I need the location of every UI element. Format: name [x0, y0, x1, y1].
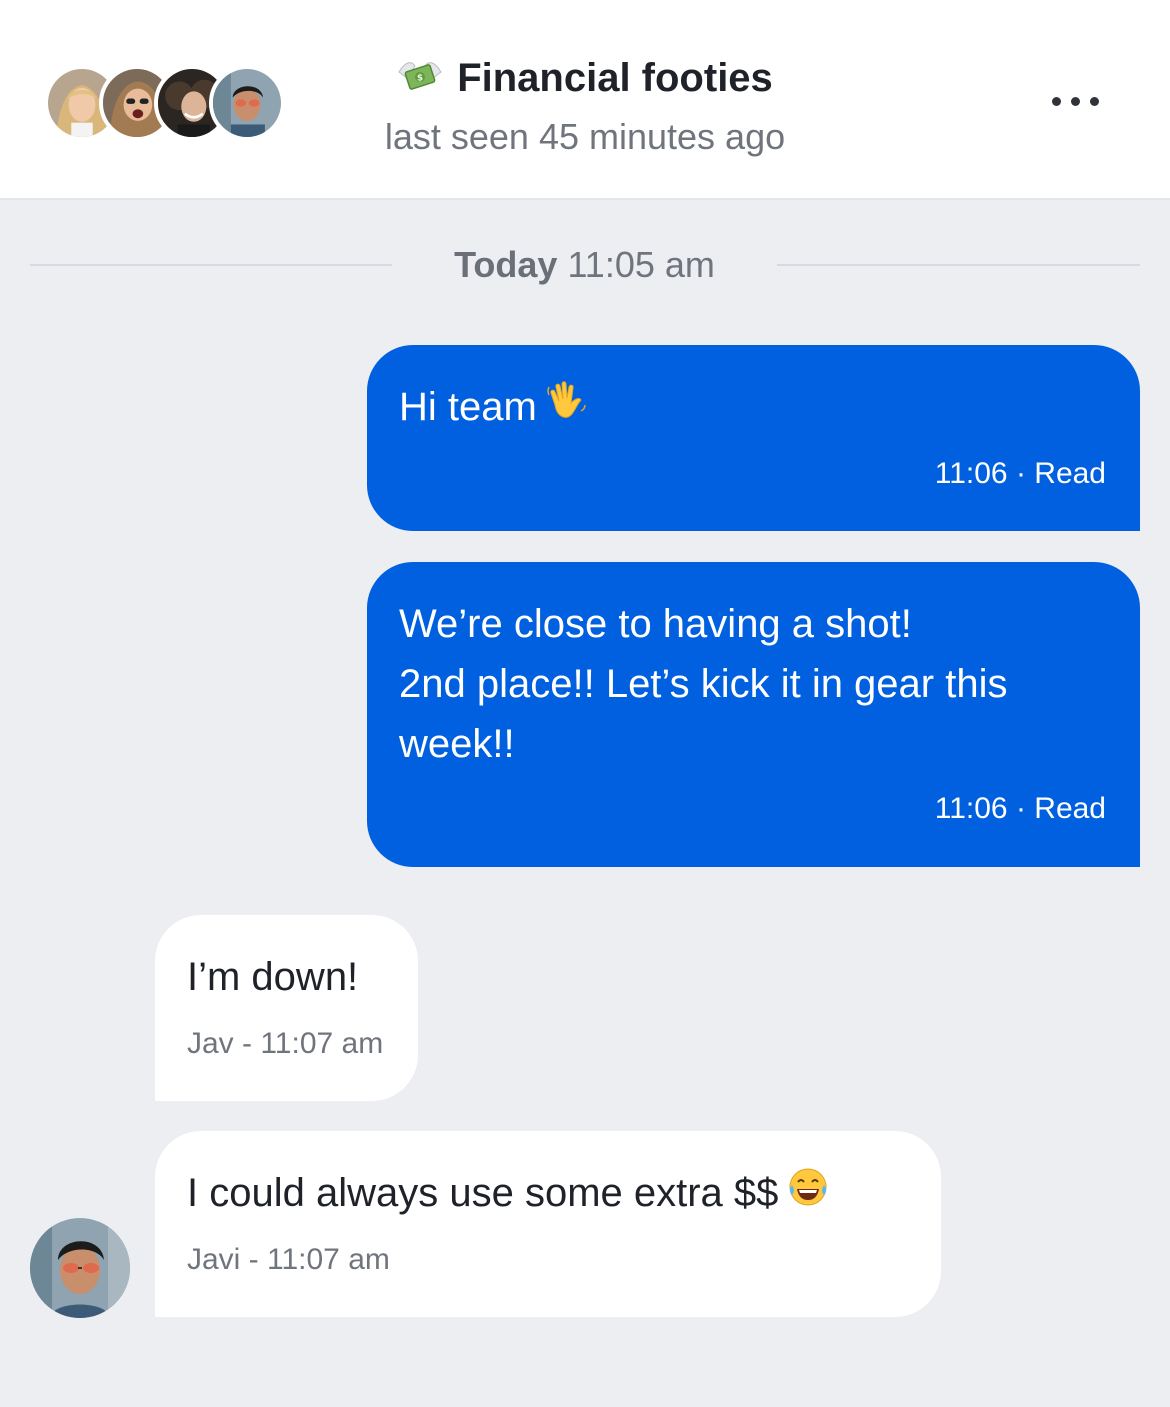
more-options-button[interactable]	[1040, 86, 1110, 116]
message-meta: 11:06 · Read	[934, 792, 1106, 825]
group-avatars[interactable]	[44, 65, 294, 141]
divider-line-right	[777, 264, 1140, 266]
divider-day: Today	[454, 244, 558, 285]
tears-of-joy-icon	[786, 1165, 830, 1226]
incoming-message[interactable]: I could always use some extra $$ Javi - …	[155, 1131, 941, 1317]
incoming-message[interactable]: I’m down! Jav - 11:07 am	[155, 915, 418, 1101]
outgoing-message[interactable]: We’re close to having a shot! 2nd place!…	[367, 562, 1140, 867]
chat-title: Financial footies	[457, 55, 773, 100]
last-seen-status: last seen 45 minutes ago	[384, 116, 786, 157]
outgoing-message[interactable]: Hi team 11:06 · Read	[367, 345, 1140, 531]
waving-hand-icon	[545, 379, 589, 440]
date-divider-label: Today 11:05 am	[392, 244, 777, 286]
sender-avatar[interactable]	[30, 1218, 130, 1318]
avatar-man-sunglasses	[209, 65, 285, 141]
divider-line-left	[30, 264, 392, 266]
message-text: We’re close to having a shot! 2nd place!…	[399, 602, 1008, 766]
chat-header: $ Financial footies last seen 45 minutes…	[0, 0, 1170, 200]
more-horizontal-icon	[1051, 96, 1061, 106]
message-meta: Javi - 11:07 am	[187, 1243, 390, 1276]
money-with-wings-icon: $	[397, 56, 443, 101]
message-meta: Jav - 11:07 am	[187, 1027, 384, 1060]
divider-time: 11:05 am	[567, 244, 715, 285]
message-text: I could always use some extra $$	[187, 1163, 830, 1226]
message-text: I’m down!	[187, 955, 359, 999]
chat-title-block[interactable]: $ Financial footies last seen 45 minutes…	[300, 50, 870, 158]
message-text: Hi team	[399, 377, 589, 440]
message-meta: 11:06 · Read	[934, 457, 1106, 490]
svg-text:$: $	[417, 73, 423, 83]
date-divider: Today 11:05 am	[30, 240, 1140, 290]
